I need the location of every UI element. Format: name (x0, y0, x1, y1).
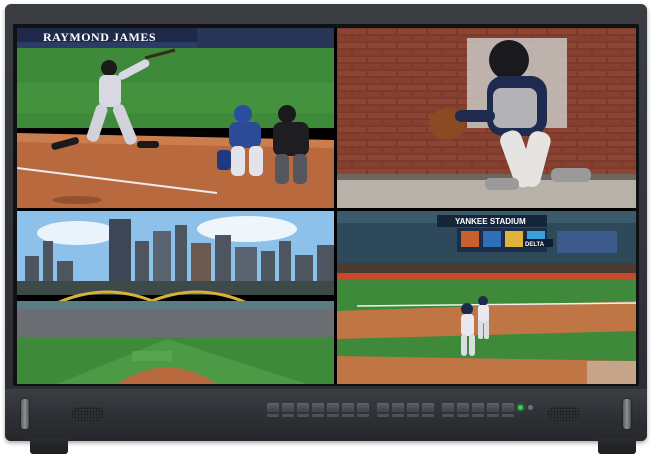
right-speaker-grille-icon (547, 407, 581, 421)
batter-swing-scene: RAYMOND JAMES (17, 28, 334, 208)
panel-button-16[interactable] (502, 403, 514, 412)
panel-button-9[interactable] (392, 403, 404, 412)
panel-button-15[interactable] (487, 403, 499, 412)
front-panel-buttons (267, 403, 514, 412)
view-stadium-infield[interactable]: YANKEE STADIUM DELTA (337, 211, 636, 384)
quad-view-screen: RAYMOND JAMES YANKEE STADIUM DELTA (17, 28, 636, 384)
left-speaker-grille-icon (71, 407, 105, 421)
view-batter-swing[interactable]: RAYMOND JAMES (17, 28, 334, 208)
panel-button-14[interactable] (472, 403, 484, 412)
panel-button-8[interactable] (377, 403, 389, 412)
panel-button-1[interactable] (267, 403, 279, 412)
panel-button-6[interactable] (342, 403, 354, 412)
power-led-icon (518, 405, 523, 410)
monitor-body: RAYMOND JAMES YANKEE STADIUM DELTA (5, 4, 647, 441)
view-city-ballpark[interactable] (17, 211, 334, 384)
panel-button-12[interactable] (442, 403, 454, 412)
right-handle-icon[interactable] (623, 399, 631, 429)
panel-button-11[interactable] (422, 403, 434, 412)
stadium-infield-scene: YANKEE STADIUM DELTA (337, 211, 636, 384)
banner-text: RAYMOND JAMES (43, 30, 156, 44)
right-stand-foot (598, 438, 636, 454)
left-handle-icon[interactable] (21, 399, 29, 429)
panel-button-7[interactable] (357, 403, 369, 412)
city-ballpark-scene (17, 211, 334, 384)
board-sponsor: DELTA (525, 242, 545, 248)
view-catcher-closeup[interactable] (337, 28, 636, 208)
left-stand-foot (30, 438, 68, 454)
panel-button-2[interactable] (282, 403, 294, 412)
product-photo: RAYMOND JAMES YANKEE STADIUM DELTA (0, 0, 651, 456)
panel-button-5[interactable] (327, 403, 339, 412)
panel-button-10[interactable] (407, 403, 419, 412)
catcher-closeup-scene (337, 28, 636, 208)
status-led-icon (528, 405, 533, 410)
button-legend-marks (267, 414, 514, 417)
panel-button-3[interactable] (297, 403, 309, 412)
panel-button-13[interactable] (457, 403, 469, 412)
panel-button-4[interactable] (312, 403, 324, 412)
monitor-control-panel (5, 389, 647, 441)
stadium-name: YANKEE STADIUM (455, 217, 526, 226)
